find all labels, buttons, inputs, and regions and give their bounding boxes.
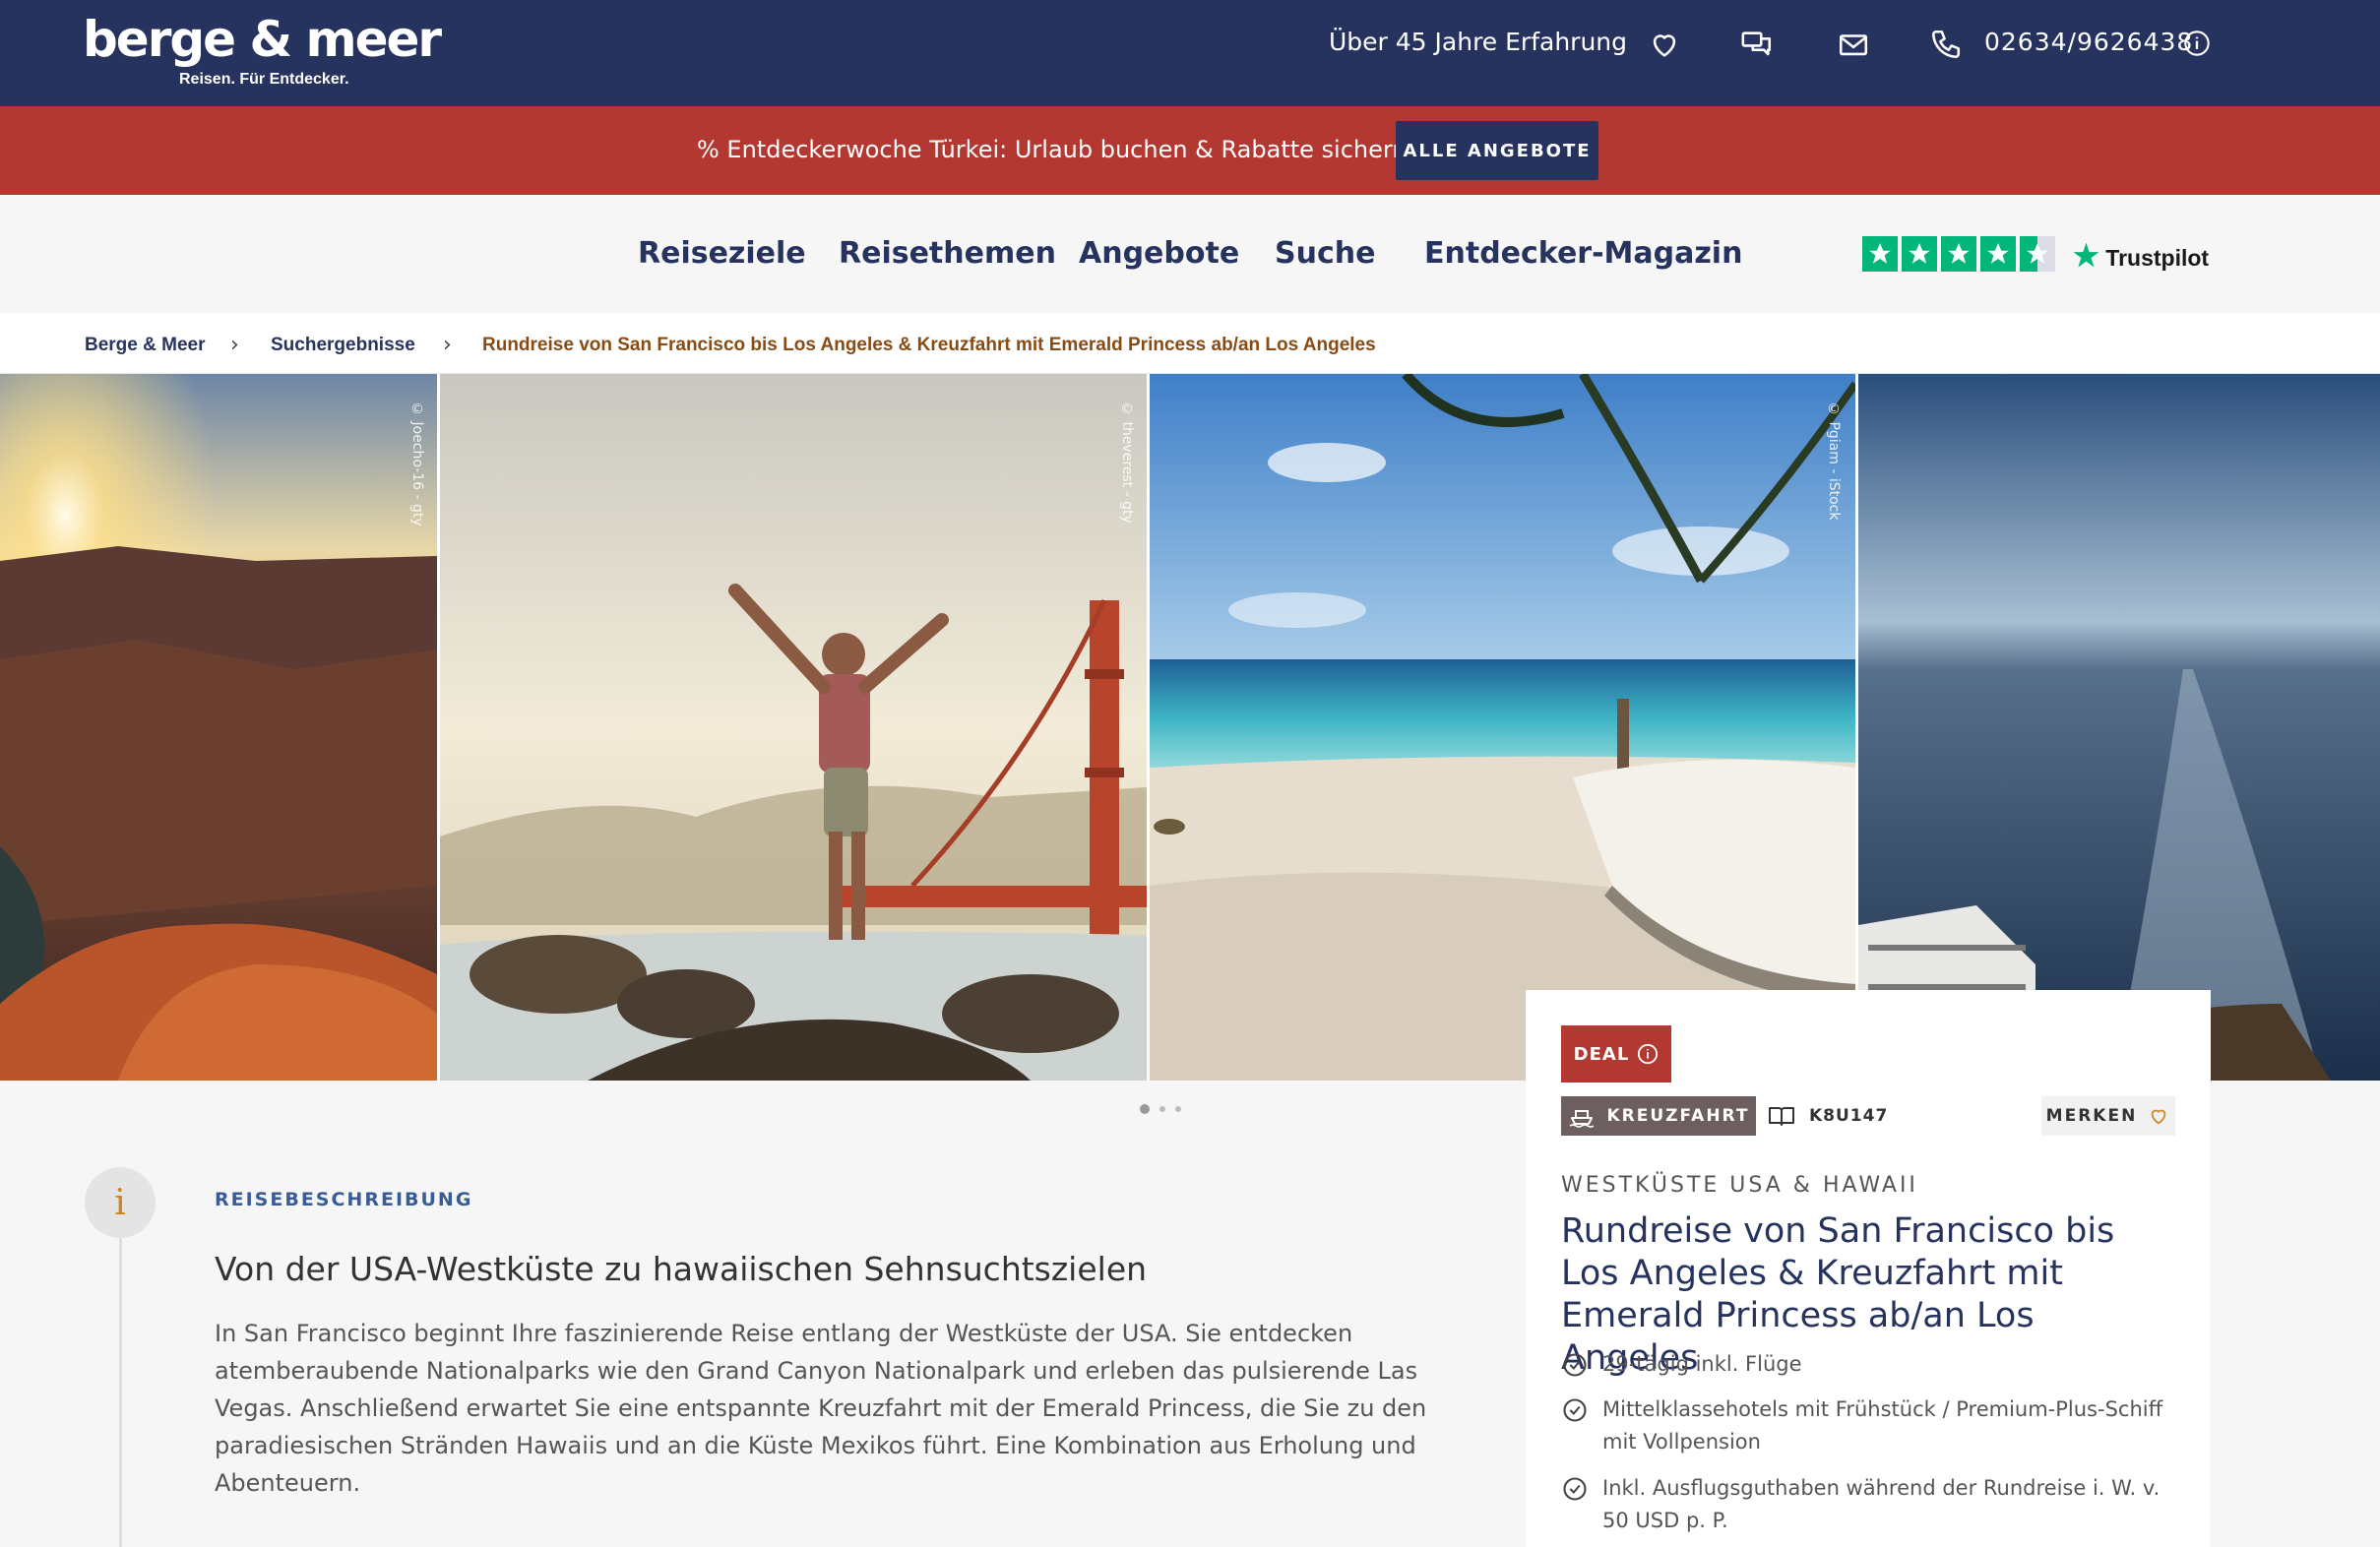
star-icon (1902, 236, 1937, 272)
gallery-image-beach[interactable]: © Pgiam - iStock (1150, 374, 1855, 1081)
feature-item: Inkl. Ausflugsguthaben während der Rundr… (1561, 1472, 2191, 1537)
promo-bar: % Entdeckerwoche Türkei: Urlaub buchen &… (0, 106, 2380, 195)
nav-item-reiseziele[interactable]: Reiseziele (638, 236, 806, 271)
trip-summary-card: DEAL KREUZFAHRT K8U147 MERKEN WESTKÜSTE … (1526, 990, 2211, 1547)
ship-icon (1569, 1110, 1594, 1128)
nav-item-suche[interactable]: Suche (1275, 236, 1375, 271)
all-offers-button[interactable]: ALLE ANGEBOTE (1396, 121, 1598, 180)
info-icon[interactable] (2183, 30, 2211, 57)
breadcrumb-search-results[interactable]: Suchergebnisse (271, 335, 415, 356)
pagination-dot[interactable] (1175, 1106, 1181, 1112)
gallery-image-golden-gate[interactable]: © theverest - gty (440, 374, 1147, 1081)
check-circle-icon (1563, 1398, 1587, 1422)
logo[interactable]: berge & meer Reisen. Für Entdecker. (83, 10, 442, 88)
cruise-badge: KREUZFAHRT (1561, 1096, 1756, 1136)
heart-icon (2151, 1109, 2166, 1125)
phone-icon[interactable] (1929, 28, 1963, 61)
image-credit: © theverest - gty (1119, 402, 1135, 524)
section-body: In San Francisco beginnt Ihre fasziniere… (215, 1320, 1427, 1497)
feature-text: Mittelklassehotels mit Frühstück / Premi… (1602, 1397, 2163, 1454)
catalog-icon (1769, 1107, 1794, 1126)
trip-region: WESTKÜSTE USA & HAWAII (1561, 1173, 1918, 1198)
feature-item: Mittelklassehotels mit Frühstück / Premi… (1561, 1393, 2191, 1458)
trustpilot-label: Trustpilot (2105, 245, 2210, 271)
pagination-dot[interactable] (1159, 1106, 1165, 1112)
breadcrumb-current: Rundreise von San Francisco bis Los Ange… (482, 335, 1376, 355)
feature-text: 29-tägig inkl. Flüge (1602, 1352, 1802, 1376)
image-credit: © Joecho-16 - gty (409, 402, 425, 526)
breadcrumb-home[interactable]: Berge & Meer (85, 335, 206, 356)
gallery-pagination[interactable] (1140, 1104, 1181, 1114)
breadcrumb: Berge & Meer › Suchergebnisse › Rundreis… (0, 313, 2380, 374)
nav-item-reisethemen[interactable]: Reisethemen (839, 236, 1056, 271)
gallery-image-cruise[interactable] (1858, 374, 2380, 1081)
logo-tagline: Reisen. Für Entdecker. (179, 71, 349, 88)
nav-item-angebote[interactable]: Angebote (1079, 236, 1239, 271)
trip-code: K8U147 (1768, 1096, 1888, 1136)
info-icon: i (85, 1167, 156, 1238)
pagination-dot-active[interactable] (1140, 1104, 1150, 1114)
star-icon (1980, 236, 2016, 272)
chevron-right-icon: › (443, 333, 452, 357)
check-circle-icon (1563, 1353, 1587, 1377)
chevron-right-icon: › (230, 333, 239, 357)
feature-text: Inkl. Ausflugsguthaben während der Rundr… (1602, 1476, 2161, 1532)
save-trip-label: MERKEN (2045, 1106, 2138, 1126)
save-trip-button[interactable]: MERKEN (2041, 1096, 2175, 1136)
phone-number[interactable]: 02634/9626438 (1984, 28, 2193, 56)
timeline-line (119, 1238, 122, 1547)
image-credit: © Pgiam - iStock (1826, 402, 1842, 521)
nav-item-entdecker-magazin[interactable]: Entdecker-Magazin (1424, 236, 1742, 271)
info-icon (1638, 1043, 1659, 1065)
check-circle-icon (1563, 1477, 1587, 1501)
star-icon (1862, 236, 1898, 272)
trustpilot-star-icon: ★ (2073, 240, 2099, 273)
heart-icon[interactable] (1648, 28, 1681, 61)
deal-badge[interactable]: DEAL (1561, 1025, 1671, 1083)
image-gallery[interactable]: © Joecho-16 - gty © theverest - gty © Pg… (0, 374, 2380, 1081)
half-star-icon (2020, 236, 2055, 272)
cruise-label: KREUZFAHRT (1606, 1106, 1750, 1126)
star-icon (1941, 236, 1976, 272)
trip-code-value: K8U147 (1809, 1106, 1889, 1126)
experience-text: Über 45 Jahre Erfahrung (1329, 28, 1628, 56)
top-bar: berge & meer Reisen. Für Entdecker. Über… (0, 0, 2380, 106)
gallery-image-canyon[interactable]: © Joecho-16 - gty (0, 374, 437, 1081)
deal-label: DEAL (1573, 1043, 1630, 1065)
trustpilot-logo[interactable]: ★ Trustpilot (2073, 239, 2209, 274)
logo-name: berge & meer (83, 11, 442, 68)
section-label: REISEBESCHREIBUNG (215, 1189, 473, 1210)
trustpilot-rating[interactable] (1862, 236, 2055, 272)
mail-icon[interactable] (1837, 28, 1870, 61)
chat-icon[interactable] (1740, 28, 1774, 61)
section-title: Von der USA-Westküste zu hawaiischen Seh… (215, 1250, 1148, 1288)
promo-text: % Entdeckerwoche Türkei: Urlaub buchen &… (697, 136, 1417, 163)
feature-item: 29-tägig inkl. Flüge (1561, 1348, 2191, 1381)
